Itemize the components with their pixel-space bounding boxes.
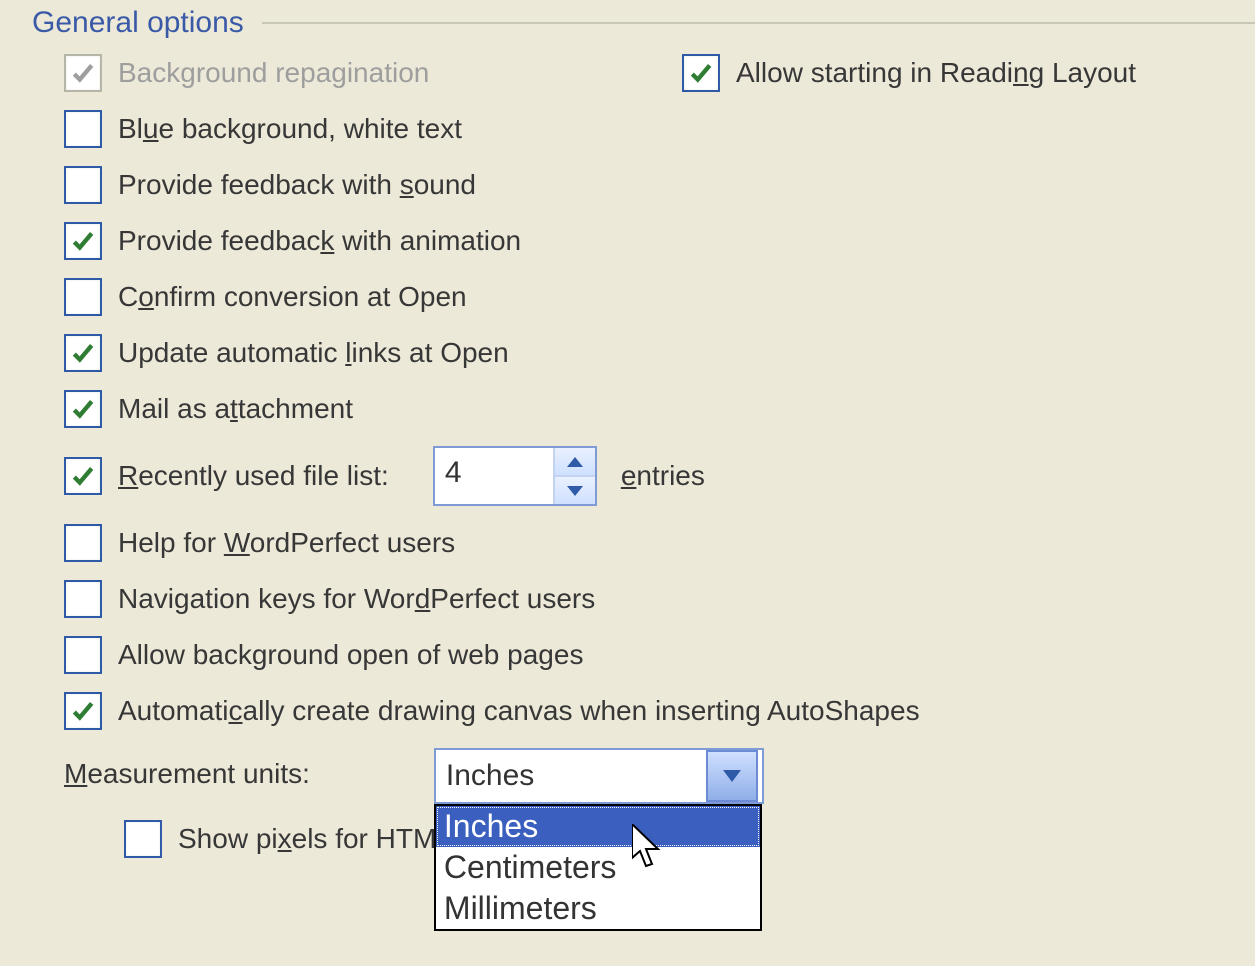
chevron-up-icon [567, 457, 583, 467]
label-background-repagination: Background repagination [118, 54, 429, 92]
dropdown-item-inches[interactable]: Inches [436, 806, 760, 847]
check-icon [70, 396, 96, 422]
check-icon [70, 340, 96, 366]
spinner-down-button[interactable] [555, 475, 595, 504]
section-header: General options [0, 0, 1255, 54]
combo-measurement-units[interactable]: Inches [434, 748, 764, 804]
label-mail-attachment[interactable]: Mail as attachment [118, 390, 353, 428]
label-confirm-conversion[interactable]: Confirm conversion at Open [118, 278, 467, 316]
label-reading-layout[interactable]: Allow starting in Reading Layout [736, 54, 1136, 92]
label-help-wordperfect[interactable]: Help for WordPerfect users [118, 524, 455, 562]
label-nav-wordperfect[interactable]: Navigation keys for WordPerfect users [118, 580, 595, 618]
label-entries: entries [621, 457, 705, 495]
check-icon [70, 60, 96, 86]
check-icon [688, 60, 714, 86]
checkbox-nav-wordperfect[interactable] [64, 580, 102, 618]
chevron-down-icon [723, 770, 741, 782]
checkbox-recent-files[interactable] [64, 457, 102, 495]
checkbox-show-pixels-html[interactable] [124, 820, 162, 858]
label-bg-open-web[interactable]: Allow background open of web pages [118, 636, 583, 674]
label-feedback-animation[interactable]: Provide feedback with animation [118, 222, 521, 260]
label-blue-background[interactable]: Blue background, white text [118, 110, 462, 148]
checkbox-help-wordperfect[interactable] [64, 524, 102, 562]
label-auto-canvas[interactable]: Automatically create drawing canvas when… [118, 692, 920, 730]
label-measurement-units: Measurement units: [64, 748, 310, 790]
spinner-recent-files[interactable]: 4 [433, 446, 597, 506]
checkbox-mail-attachment[interactable] [64, 390, 102, 428]
checkbox-confirm-conversion[interactable] [64, 278, 102, 316]
dropdown-item-centimeters[interactable]: Centimeters [436, 847, 760, 888]
label-recent-files[interactable]: Recently used file list: [118, 457, 389, 495]
spinner-value[interactable]: 4 [435, 448, 553, 504]
combo-value: Inches [436, 755, 706, 797]
dropdown-measurement-units[interactable]: Inches Centimeters Millimeters [434, 804, 762, 931]
label-update-links[interactable]: Update automatic links at Open [118, 334, 509, 372]
checkbox-background-repagination [64, 54, 102, 92]
dropdown-item-millimeters[interactable]: Millimeters [436, 888, 760, 929]
checkbox-bg-open-web[interactable] [64, 636, 102, 674]
check-icon [70, 228, 96, 254]
checkbox-blue-background[interactable] [64, 110, 102, 148]
checkbox-reading-layout[interactable] [682, 54, 720, 92]
section-divider [262, 22, 1255, 24]
section-title: General options [0, 6, 250, 40]
checkbox-feedback-sound[interactable] [64, 166, 102, 204]
checkbox-update-links[interactable] [64, 334, 102, 372]
check-icon [70, 463, 96, 489]
spinner-up-button[interactable] [555, 448, 595, 475]
combo-dropdown-button[interactable] [706, 750, 758, 802]
chevron-down-icon [567, 486, 583, 496]
checkbox-auto-canvas[interactable] [64, 692, 102, 730]
label-feedback-sound[interactable]: Provide feedback with sound [118, 166, 476, 204]
checkbox-feedback-animation[interactable] [64, 222, 102, 260]
check-icon [70, 698, 96, 724]
